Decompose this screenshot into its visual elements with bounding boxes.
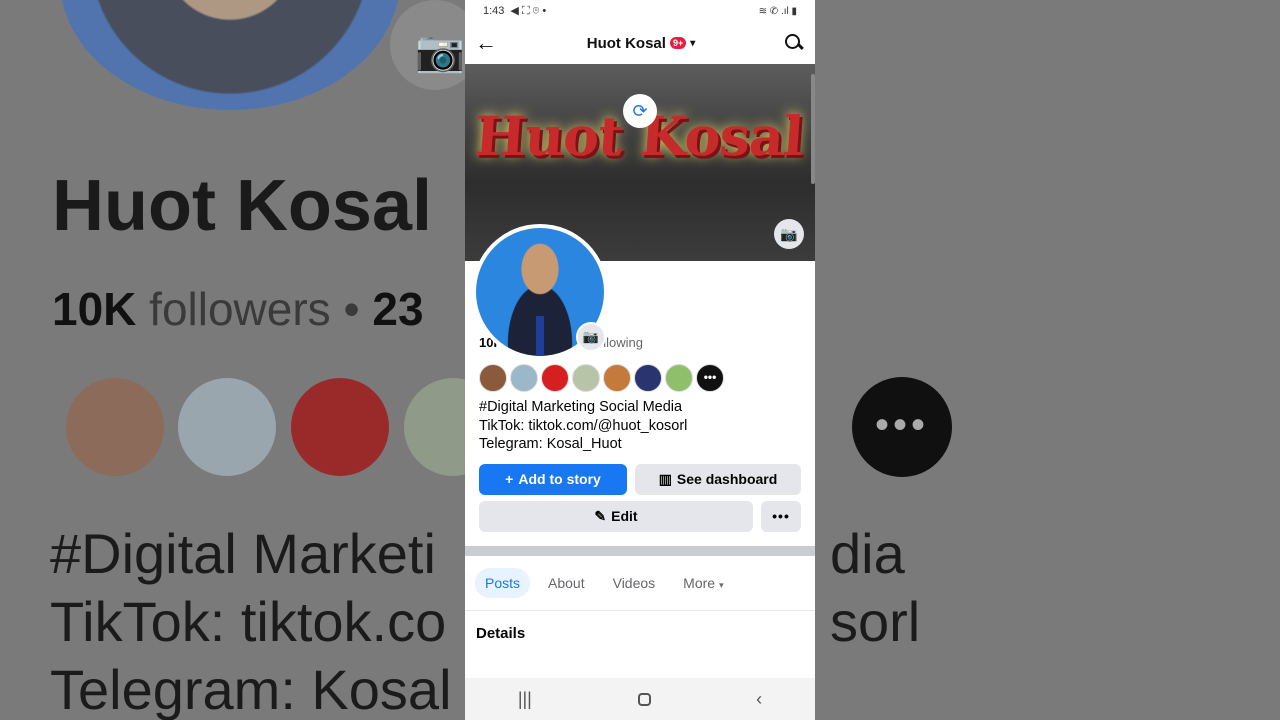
recent-apps-icon[interactable]: ||| [518, 689, 532, 710]
system-back-icon[interactable]: ‹ [756, 689, 762, 710]
background-bio-right: dia sorl [830, 522, 921, 653]
friend-avatar[interactable] [510, 364, 538, 392]
section-divider [465, 545, 815, 556]
friend-avatar[interactable] [603, 364, 631, 392]
background-bio: #Digital Marketi TikTok: tiktok.co Teleg… [50, 522, 452, 720]
primary-actions: + Add to story ▥ See dashboard [479, 463, 801, 495]
bio: #Digital Marketing Social Media TikTok: … [479, 398, 801, 454]
secondary-actions: ✎ Edit ••• [479, 500, 801, 532]
cover-photo[interactable]: Huot Kosal ⟳ 📷 📷 [465, 64, 815, 360]
back-arrow-icon[interactable]: ← [475, 30, 499, 56]
details-heading: Details [476, 624, 526, 642]
bio-line[interactable]: TikTok: tiktok.com/@huot_kosorl [479, 417, 801, 436]
tab-more[interactable]: More ▾ [673, 568, 733, 598]
pencil-icon: ✎ [594, 507, 607, 524]
tab-videos[interactable]: Videos [603, 568, 666, 598]
chevron-down-icon: ▾ [690, 37, 696, 49]
refresh-icon[interactable]: ⟳ [623, 94, 657, 128]
system-navbar: ||| ‹ [465, 678, 815, 720]
plus-icon: + [505, 471, 514, 487]
background-friend-bubble [178, 378, 276, 476]
profile-tabs: Posts About Videos More ▾ [465, 556, 815, 611]
dashboard-icon: ▥ [658, 470, 672, 487]
friend-avatar[interactable] [665, 364, 693, 392]
profile-switcher[interactable]: Huot Kosal 9+ ▾ [587, 35, 695, 52]
scroll-indicator [811, 74, 815, 184]
friends-row: ••• [479, 364, 801, 392]
status-time: 1:43 [483, 5, 505, 17]
search-icon[interactable] [783, 32, 805, 54]
status-left-icons: ◀ ⛶ ⌾ • [510, 5, 547, 17]
home-icon[interactable] [637, 692, 651, 706]
tab-about[interactable]: About [538, 568, 595, 598]
see-dashboard-button[interactable]: ▥ See dashboard [635, 463, 801, 495]
chevron-down-icon: ▾ [719, 579, 724, 590]
bio-line: #Digital Marketing Social Media [479, 399, 683, 415]
friend-avatar[interactable] [572, 364, 600, 392]
background-friend-bubble [291, 378, 389, 476]
avatar[interactable]: 📷 [472, 224, 608, 360]
notification-badge: 9+ [669, 37, 687, 49]
avatar-camera-icon[interactable]: 📷 [576, 322, 606, 352]
header-title: Huot Kosal [586, 34, 666, 52]
background-name: Huot Kosal [52, 166, 433, 246]
background-more-icon: ••• [852, 377, 952, 477]
background-friend-bubble [66, 378, 164, 476]
friend-avatar[interactable] [479, 364, 507, 392]
background-followers: 10K followers • 23 [52, 283, 424, 335]
tab-posts[interactable]: Posts [475, 567, 531, 598]
friend-avatar[interactable] [634, 364, 662, 392]
phone-screen: 1:43 ◀ ⛶ ⌾ • ≋ ✆ .ıl ▮ ← Huot Kosal 9+ ▾… [465, 0, 815, 720]
bio-line: Telegram: Kosal_Huot [479, 436, 622, 452]
friend-avatar[interactable] [541, 364, 569, 392]
cover-camera-icon[interactable]: 📷 [774, 219, 804, 249]
more-friends-icon[interactable]: ••• [696, 364, 724, 392]
app-bar: ← Huot Kosal 9+ ▾ [465, 22, 815, 64]
more-options-button[interactable]: ••• [761, 500, 801, 532]
status-right-icons: ≋ ✆ .ıl ▮ [758, 5, 797, 17]
edit-button[interactable]: ✎ Edit [479, 500, 753, 532]
status-bar: 1:43 ◀ ⛶ ⌾ • ≋ ✆ .ıl ▮ [465, 0, 815, 22]
add-to-story-button[interactable]: + Add to story [479, 463, 627, 495]
background-avatar [60, 0, 400, 110]
